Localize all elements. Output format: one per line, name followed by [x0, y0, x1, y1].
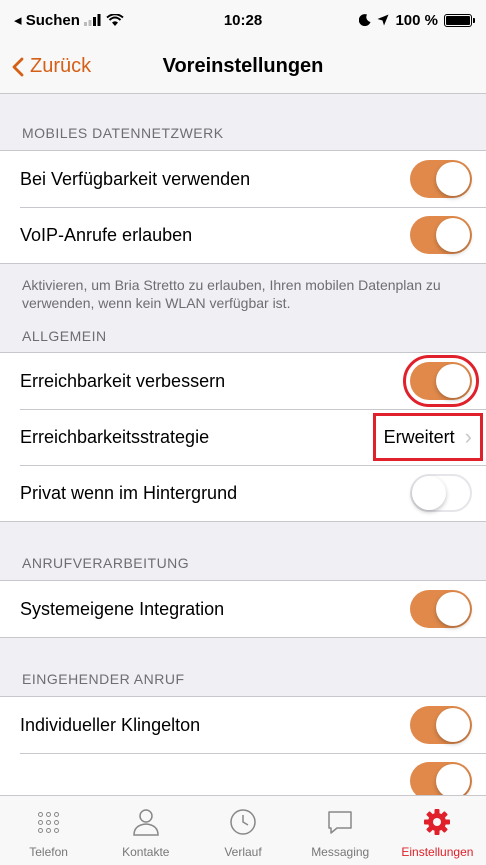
tab-label: Messaging — [311, 845, 370, 859]
clock-icon — [228, 805, 258, 839]
tab-label: Verlauf — [224, 845, 262, 859]
chevron-left-icon — [12, 57, 24, 76]
row-label: Privat wenn im Hintergrund — [20, 482, 238, 503]
group-incoming-call: Individueller Klingelton — [0, 696, 486, 795]
group-mobile-data: Bei Verfügbarkeit verwenden VoIP-Anrufe … — [0, 150, 486, 264]
tab-label: Telefon — [29, 845, 68, 859]
status-left: ◂ Suchen — [14, 11, 174, 29]
status-time: 10:28 — [223, 11, 263, 29]
keypad-icon — [38, 805, 60, 839]
chat-bubble-icon — [325, 805, 355, 839]
settings-list[interactable]: MOBILES DATENNETZWERK Bei Verfügbarkeit … — [0, 94, 486, 795]
row-label: Erreichbarkeit verbessern — [20, 370, 226, 391]
row-reachability-strategy[interactable]: Erreichbarkeitsstrategie Erweitert › — [0, 409, 486, 465]
navigation-bar: Zurück Voreinstellungen — [0, 40, 486, 94]
toggle-custom-ringtone[interactable] — [410, 706, 472, 744]
toggle-native-integration[interactable] — [410, 590, 472, 628]
tab-verlauf[interactable]: Verlauf — [194, 796, 291, 865]
carrier-label: ◂ Suchen — [14, 12, 80, 29]
row-use-when-available: Bei Verfügbarkeit verwenden — [0, 151, 486, 207]
toggle-use-when-available[interactable] — [410, 160, 472, 198]
row-private-in-background: Privat wenn im Hintergrund — [0, 465, 486, 521]
toggle-partially-visible[interactable] — [410, 762, 472, 795]
row-label: Bei Verfügbarkeit verwenden — [20, 168, 251, 189]
section-footer-mobile-data: Aktivieren, um Bria Stretto zu erlauben,… — [22, 277, 441, 311]
row-label: VoIP-Anrufe erlauben — [20, 224, 193, 245]
tab-label: Kontakte — [122, 845, 170, 859]
location-arrow-icon — [377, 14, 389, 26]
battery-icon — [444, 13, 475, 27]
gear-icon — [423, 805, 451, 839]
reachability-strategy-value[interactable]: Erweitert › — [372, 413, 484, 461]
row-custom-ringtone: Individueller Klingelton — [0, 697, 486, 753]
group-call-processing: Systemeigene Integration — [0, 580, 486, 638]
tab-bar: Telefon Kontakte Verlauf Messaging Einst… — [0, 795, 486, 865]
row-partially-visible — [0, 753, 486, 795]
contacts-icon — [131, 805, 161, 839]
group-general: Erreichbarkeit verbessern Erreichbarkeit… — [0, 352, 486, 522]
status-bar: ◂ Suchen 10:28 100 % — [0, 0, 486, 40]
tab-einstellungen[interactable]: Einstellungen — [389, 796, 486, 865]
section-header-mobile-data: MOBILES DATENNETZWERK — [22, 125, 224, 141]
section-header-call-processing: ANRUFVERARBEITUNG — [22, 555, 190, 571]
row-label: Erreichbarkeitsstrategie — [20, 426, 210, 447]
toggle-private-in-background[interactable] — [410, 474, 472, 512]
tab-kontakte[interactable]: Kontakte — [97, 796, 194, 865]
strategy-value-label: Erweitert — [383, 426, 455, 447]
battery-percent: 100 % — [395, 11, 438, 29]
back-label: Zurück — [30, 55, 92, 77]
wifi-icon — [106, 13, 124, 26]
tab-telefon[interactable]: Telefon — [0, 796, 97, 865]
row-native-integration: Systemeigene Integration — [0, 581, 486, 637]
back-button[interactable]: Zurück — [0, 55, 150, 78]
cell-signal-icon — [83, 14, 101, 26]
row-label: Systemeigene Integration — [20, 598, 225, 619]
toggle-improve-reachability[interactable] — [403, 355, 479, 407]
moon-icon — [359, 14, 371, 26]
toggle-allow-voip-calls[interactable] — [410, 216, 472, 254]
chevron-right-icon: › — [464, 424, 472, 449]
row-label: Individueller Klingelton — [20, 714, 201, 735]
tab-label: Einstellungen — [401, 845, 474, 859]
tab-messaging[interactable]: Messaging — [292, 796, 389, 865]
section-header-incoming-call: EINGEHENDER ANRUF — [22, 671, 185, 687]
row-allow-voip-calls: VoIP-Anrufe erlauben — [0, 207, 486, 263]
row-improve-reachability: Erreichbarkeit verbessern — [0, 353, 486, 409]
status-right: 100 % — [312, 11, 475, 29]
section-header-general: ALLGEMEIN — [22, 328, 107, 344]
